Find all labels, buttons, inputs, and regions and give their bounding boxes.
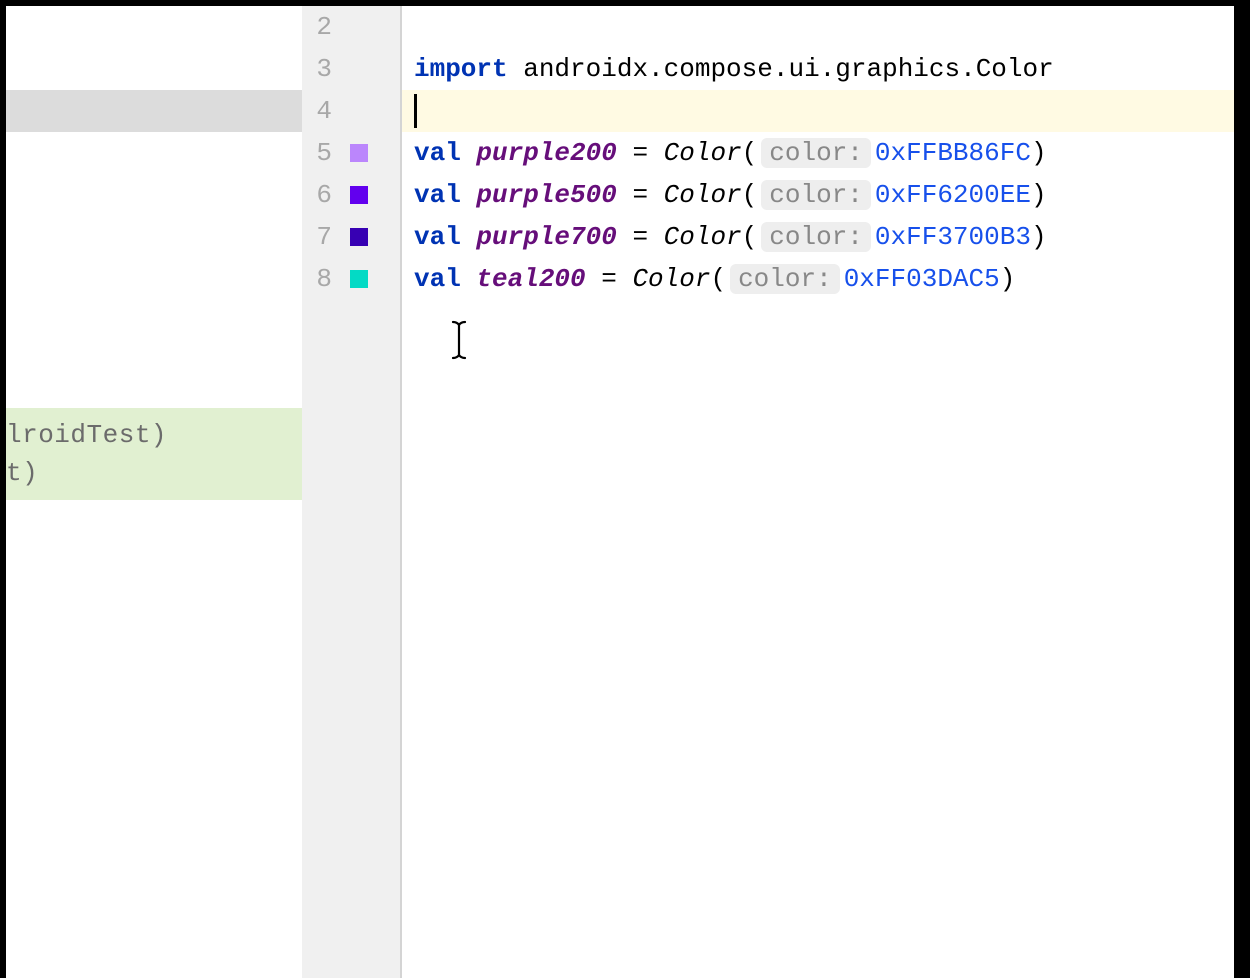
code-line-3[interactable]: import androidx.compose.ui.graphics.Colo… [402,48,1234,90]
close-paren: ) [1031,138,1047,168]
gutter-row[interactable]: 6 [302,174,400,216]
gutter-row[interactable]: 5 [302,132,400,174]
keyword-val: val [414,264,461,294]
line-number: 5 [302,138,332,168]
function-call: Color [664,138,742,168]
open-paren: ( [710,264,726,294]
identifier: purple700 [461,222,617,252]
hex-literal: 0xFF03DAC5 [844,264,1000,294]
identifier: teal200 [461,264,586,294]
hex-literal: 0xFF6200EE [875,180,1031,210]
close-paren: ) [1031,180,1047,210]
code-line-2[interactable] [402,6,1234,48]
line-number: 4 [302,96,332,126]
color-swatch-icon[interactable] [350,270,368,288]
hex-literal: 0xFF3700B3 [875,222,1031,252]
code-editor[interactable]: import androidx.compose.ui.graphics.Colo… [402,6,1234,978]
code-line-5[interactable]: val purple200 = Color(color:0xFFBB86FC) [402,132,1234,174]
close-paren: ) [1031,222,1047,252]
identifier: purple200 [461,138,617,168]
color-swatch-icon[interactable] [350,228,368,246]
hex-literal: 0xFFBB86FC [875,138,1031,168]
keyword-val: val [414,222,461,252]
gutter-row[interactable]: 4 [302,90,400,132]
parameter-hint: color: [761,180,871,210]
close-paren: ) [1000,264,1016,294]
open-paren: ( [742,138,758,168]
code-line-6[interactable]: val purple500 = Color(color:0xFF6200EE) [402,174,1234,216]
equals: = [617,180,664,210]
parameter-hint: color: [730,264,840,294]
line-number-gutter[interactable]: 2 3 4 5 6 7 8 [302,6,402,978]
equals: = [617,138,664,168]
sidebar-item-test[interactable]: t) [6,454,302,492]
function-call: Color [664,222,742,252]
equals: = [586,264,633,294]
gutter-row[interactable]: 8 [302,258,400,300]
code-line-7[interactable]: val purple700 = Color(color:0xFF3700B3) [402,216,1234,258]
keyword-val: val [414,180,461,210]
gutter-row[interactable]: 3 [302,48,400,90]
code-line-8[interactable]: val teal200 = Color(color:0xFF03DAC5) [402,258,1234,300]
color-swatch-icon[interactable] [350,186,368,204]
text-cursor-icon [450,320,470,369]
code-line-4-current[interactable] [402,90,1234,132]
parameter-hint: color: [761,222,871,252]
color-swatch-icon[interactable] [350,144,368,162]
line-number: 3 [302,54,332,84]
project-sidebar[interactable]: lroidTest) t) [6,6,302,978]
import-path: androidx.compose.ui.graphics.Color [508,54,1054,84]
sidebar-selection[interactable] [6,90,302,132]
open-paren: ( [742,222,758,252]
function-call: Color [632,264,710,294]
gutter-row[interactable]: 2 [302,6,400,48]
line-number: 8 [302,264,332,294]
window-frame-right [1234,0,1250,978]
line-number: 6 [302,180,332,210]
sidebar-item-androidtest[interactable]: lroidTest) [6,416,302,454]
equals: = [617,222,664,252]
open-paren: ( [742,180,758,210]
sidebar-test-sources[interactable]: lroidTest) t) [6,408,302,500]
text-caret [414,94,417,128]
keyword-val: val [414,138,461,168]
identifier: purple500 [461,180,617,210]
function-call: Color [664,180,742,210]
editor-container: lroidTest) t) 2 3 4 5 6 7 8 [6,6,1234,978]
gutter-row[interactable]: 7 [302,216,400,258]
keyword-import: import [414,54,508,84]
line-number: 2 [302,12,332,42]
line-number: 7 [302,222,332,252]
parameter-hint: color: [761,138,871,168]
